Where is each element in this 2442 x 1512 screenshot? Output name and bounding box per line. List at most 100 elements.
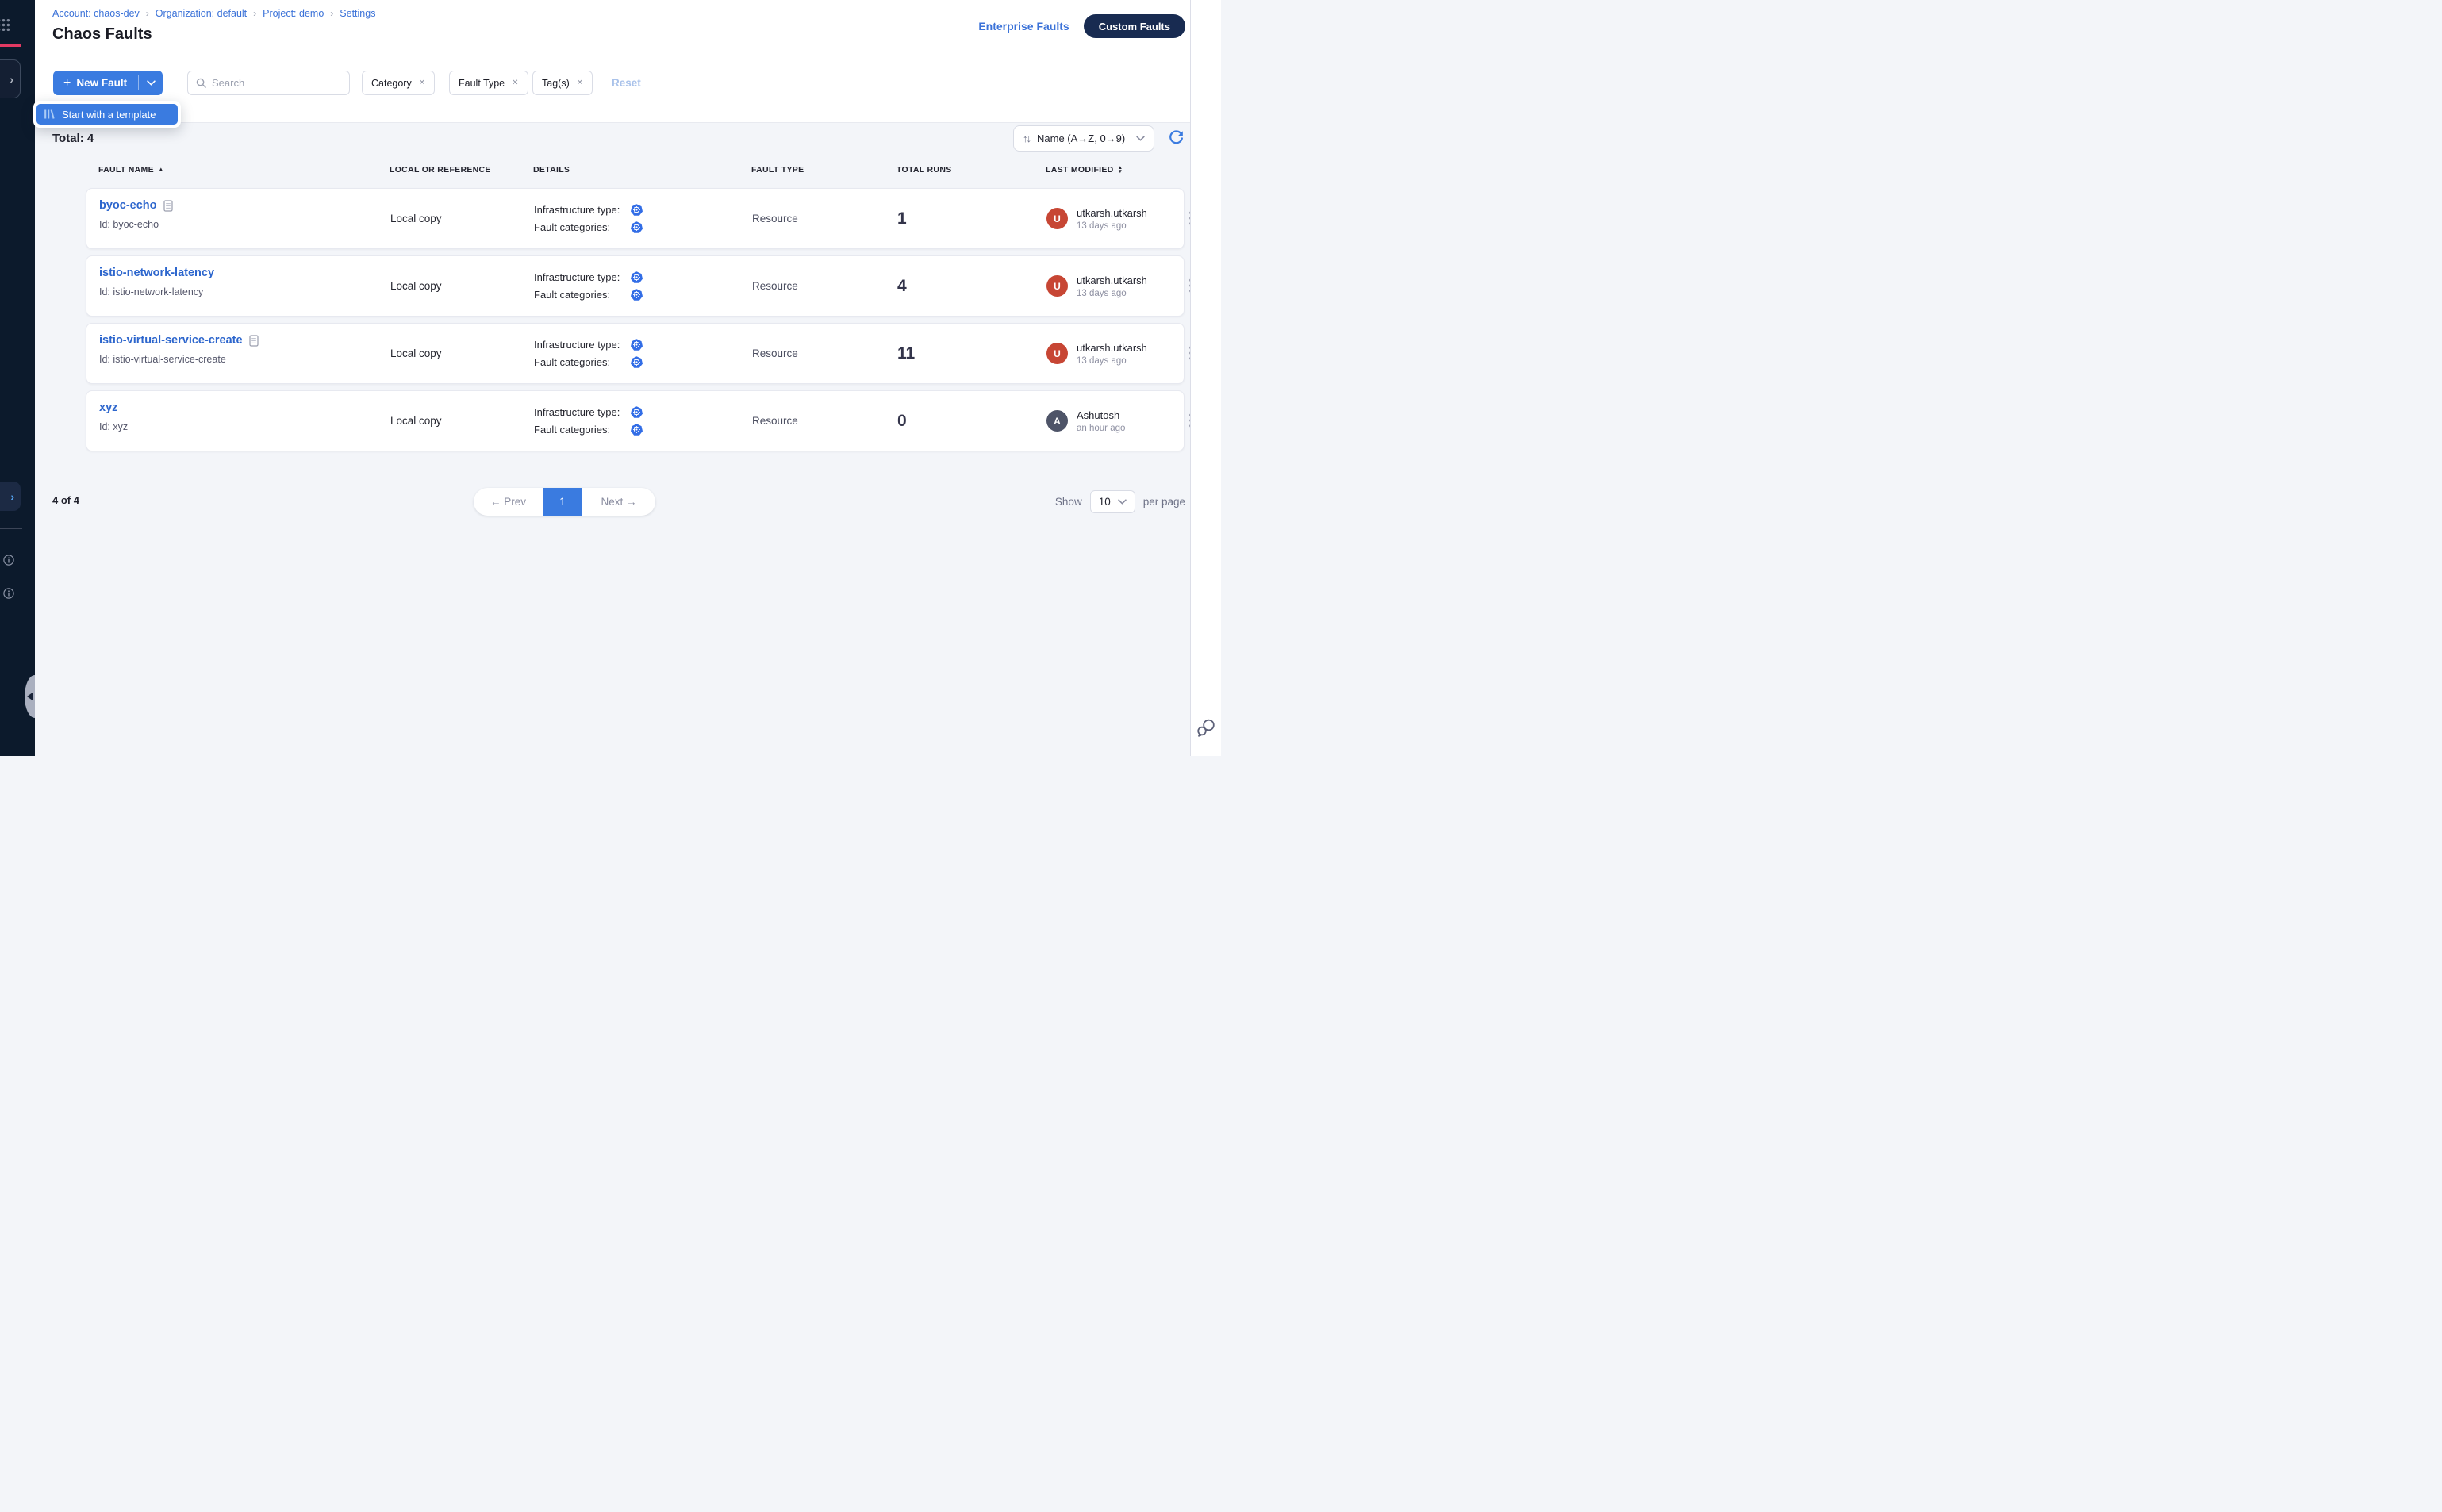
- sort-select[interactable]: ↑↓ Name (A→Z, 0→9): [1013, 125, 1154, 152]
- breadcrumb-separator: ›: [253, 8, 256, 19]
- breadcrumb-project[interactable]: Project: demo: [263, 8, 324, 19]
- show-label: Show: [1055, 496, 1082, 508]
- filter-chip-fault-type[interactable]: Fault Type ✕: [449, 71, 528, 95]
- avatar: U: [1046, 343, 1068, 364]
- search-box: [187, 71, 350, 95]
- kubernetes-icon: [631, 289, 643, 301]
- close-icon[interactable]: ✕: [419, 79, 425, 87]
- header-actions: Enterprise Faults Custom Faults: [978, 0, 1185, 52]
- fault-name-link[interactable]: istio-virtual-service-create: [99, 334, 243, 347]
- template-icon: [44, 109, 55, 120]
- close-icon[interactable]: ✕: [512, 79, 518, 87]
- local-or-reference: Local copy: [390, 280, 534, 292]
- breadcrumb-account[interactable]: Account: chaos-dev: [52, 8, 140, 19]
- breadcrumb: Account: chaos-dev › Organization: defau…: [52, 8, 375, 19]
- pink-accent-bar: [0, 44, 21, 47]
- breadcrumb-organization[interactable]: Organization: default: [156, 8, 247, 19]
- page-size-control: Show 10 per page: [1055, 490, 1185, 513]
- fault-id: Id: xyz: [99, 421, 390, 432]
- local-or-reference: Local copy: [390, 415, 534, 427]
- infrastructure-type-label: Infrastructure type:: [534, 271, 631, 283]
- modified-by: utkarsh.utkarsh: [1077, 207, 1147, 219]
- modified-by: utkarsh.utkarsh: [1077, 274, 1147, 286]
- modified-time: 13 days ago: [1077, 356, 1147, 366]
- next-page-button[interactable]: Next →: [582, 488, 655, 516]
- enterprise-faults-link[interactable]: Enterprise Faults: [978, 20, 1069, 33]
- fault-list-section: Total: 4 ↑↓ Name (A→Z, 0→9) FAULT NAME▲ …: [35, 123, 1190, 756]
- column-fault-name[interactable]: FAULT NAME▲: [98, 165, 390, 175]
- filter-chip-label: Tag(s): [542, 78, 570, 89]
- modified-by: utkarsh.utkarsh: [1077, 342, 1147, 354]
- support-chat-icon[interactable]: [1196, 718, 1216, 739]
- fault-name-link[interactable]: byoc-echo: [99, 199, 157, 212]
- new-fault-button[interactable]: + New Fault: [53, 71, 163, 95]
- sidebar-divider: [0, 528, 22, 529]
- file-icon[interactable]: [249, 335, 259, 347]
- refresh-button[interactable]: [1169, 130, 1184, 145]
- sidebar-collapse-handle[interactable]: [25, 675, 35, 718]
- table-row[interactable]: istio-network-latency Id: istio-network-…: [86, 255, 1185, 317]
- page-size-value: 10: [1099, 496, 1111, 508]
- column-local-or-reference: LOCAL OR REFERENCE: [390, 165, 533, 175]
- left-nav-rail: › ›: [0, 0, 35, 756]
- fault-type: Resource: [752, 347, 897, 359]
- fault-categories-label: Fault categories:: [534, 424, 631, 436]
- fault-id: Id: istio-virtual-service-create: [99, 354, 390, 365]
- sort-both-icon: ▲▼: [1118, 166, 1123, 174]
- local-or-reference: Local copy: [390, 213, 534, 224]
- total-runs: 1: [897, 209, 1046, 228]
- custom-faults-button[interactable]: Custom Faults: [1084, 14, 1185, 38]
- fault-type: Resource: [752, 280, 897, 292]
- fault-id: Id: istio-network-latency: [99, 286, 390, 297]
- panel-expand-button[interactable]: ›: [0, 482, 21, 511]
- app-launcher-icon[interactable]: [0, 18, 10, 33]
- table-row[interactable]: xyz Id: xyz Local copy Infrastructure ty…: [86, 390, 1185, 451]
- kubernetes-icon: [631, 356, 643, 368]
- main-area: Account: chaos-dev › Organization: defau…: [35, 0, 1190, 756]
- reset-filters-link[interactable]: Reset: [612, 71, 641, 95]
- filter-chip-tags[interactable]: Tag(s) ✕: [532, 71, 593, 95]
- plus-icon: +: [63, 76, 71, 90]
- page-size-select[interactable]: 10: [1090, 490, 1135, 513]
- per-page-label: per page: [1143, 496, 1185, 508]
- filter-chip-category[interactable]: Category ✕: [362, 71, 435, 95]
- new-fault-dropdown-toggle[interactable]: [139, 71, 163, 95]
- avatar: A: [1046, 410, 1068, 432]
- menu-item-label: Start with a template: [62, 109, 156, 121]
- search-input[interactable]: [212, 77, 341, 89]
- total-runs: 0: [897, 412, 1046, 431]
- right-edge-panel: [1190, 0, 1221, 756]
- sort-value: Name (A→Z, 0→9): [1037, 132, 1129, 144]
- info-icon[interactable]: [3, 553, 14, 567]
- total-runs: 4: [897, 277, 1046, 296]
- page-title: Chaos Faults: [52, 25, 152, 44]
- avatar: U: [1046, 275, 1068, 297]
- fault-name-link[interactable]: xyz: [99, 401, 117, 414]
- breadcrumb-settings[interactable]: Settings: [340, 8, 375, 19]
- chevron-down-icon: [1118, 499, 1127, 505]
- column-last-modified[interactable]: LAST MODIFIED ▲▼: [1046, 165, 1185, 175]
- search-icon: [196, 78, 206, 88]
- sidebar-expand-button[interactable]: ›: [0, 59, 21, 98]
- kubernetes-icon: [631, 424, 643, 436]
- chevron-down-icon: [1136, 136, 1145, 141]
- current-page-button[interactable]: 1: [543, 488, 582, 516]
- modified-time: 13 days ago: [1077, 289, 1147, 298]
- file-icon[interactable]: [163, 200, 173, 212]
- table-row[interactable]: istio-virtual-service-create Id: istio-v…: [86, 323, 1185, 384]
- page-header: Account: chaos-dev › Organization: defau…: [35, 0, 1190, 52]
- fault-type: Resource: [752, 213, 897, 224]
- prev-page-button[interactable]: ← Prev: [474, 488, 543, 516]
- fault-name-link[interactable]: istio-network-latency: [99, 267, 214, 279]
- close-icon[interactable]: ✕: [577, 79, 583, 87]
- info-icon[interactable]: [3, 586, 14, 601]
- menu-item-start-with-template[interactable]: Start with a template: [36, 104, 178, 125]
- infrastructure-type-label: Infrastructure type:: [534, 406, 631, 418]
- chevron-right-icon: ›: [10, 74, 13, 85]
- fault-categories-label: Fault categories:: [534, 356, 631, 368]
- table-header-row: FAULT NAME▲ LOCAL OR REFERENCE DETAILS F…: [86, 165, 1185, 175]
- filter-chip-label: Fault Type: [459, 78, 505, 89]
- table-row[interactable]: byoc-echo Id: byoc-echo Local copy Infra…: [86, 188, 1185, 249]
- kubernetes-icon: [631, 339, 643, 351]
- new-fault-menu: Start with a template: [33, 101, 181, 128]
